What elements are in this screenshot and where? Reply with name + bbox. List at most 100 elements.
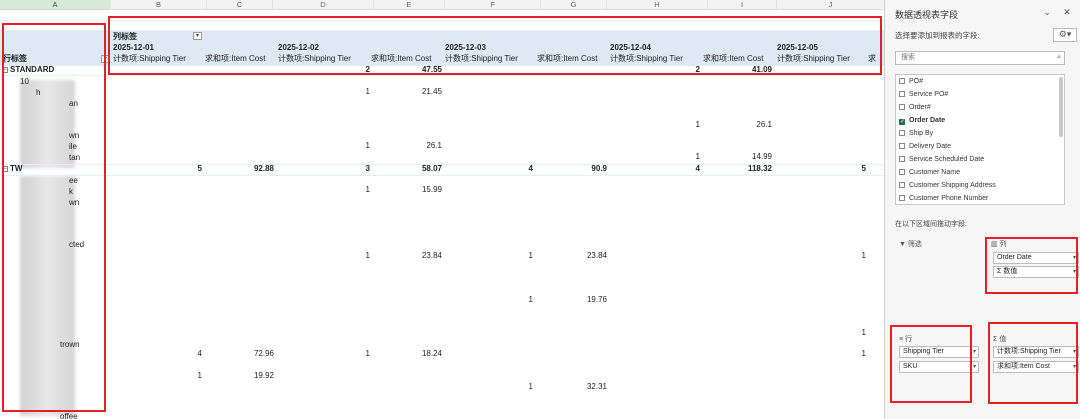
sku-fragment-4: wn — [69, 131, 80, 140]
filter-area-label: ▼ 筛选 — [899, 239, 922, 249]
cell-value[interactable]: 1 — [493, 295, 533, 305]
values-area-label: Σ 值 — [993, 334, 1006, 344]
column-labels-filter-button[interactable]: ▾ — [193, 32, 202, 40]
checkbox[interactable] — [899, 182, 905, 188]
chevron-down-icon[interactable]: ▾ — [973, 362, 976, 372]
field-list-scrollbar[interactable] — [1059, 77, 1063, 137]
field-item-order-date[interactable]: ✓ Order Date — [899, 115, 945, 127]
cell-value[interactable]: 14.99 — [730, 152, 772, 162]
columns-item-values[interactable]: Σ 数值 ▾ — [993, 266, 1079, 278]
field-item-order[interactable]: Order# — [899, 102, 931, 114]
cell-value[interactable]: 1 — [330, 185, 370, 195]
values-item-sum-item-cost[interactable]: 求和项:Item Cost ▾ — [993, 361, 1079, 373]
field-item-po[interactable]: PO# — [899, 76, 923, 88]
cell-value[interactable]: 19.92 — [232, 371, 274, 381]
measure-header-cost-2: 求和项:Item Cost — [371, 54, 432, 63]
cell-value[interactable]: 32.31 — [565, 382, 607, 392]
column-header-e[interactable]: E — [374, 0, 445, 9]
column-header-g[interactable]: G — [541, 0, 607, 9]
cell-value[interactable]: 1 — [330, 87, 370, 97]
cell-value[interactable]: 15.99 — [400, 185, 442, 195]
gear-icon[interactable]: ⚙▾ — [1053, 28, 1077, 42]
field-item-ship-by[interactable]: Ship By — [899, 128, 933, 140]
field-item-customer-phone-number[interactable]: Customer Phone Number — [899, 193, 988, 204]
cell-value[interactable]: 1 — [493, 251, 533, 261]
values-item-count-shipping-tier[interactable]: 计数项:Shipping Tier ▾ — [993, 346, 1079, 358]
column-labels-header: 列标签 — [113, 32, 137, 41]
close-icon[interactable]: ✕ — [1061, 7, 1073, 18]
cell-value[interactable]: 18.24 — [400, 349, 442, 359]
checkbox[interactable] — [899, 156, 905, 162]
cell-value[interactable]: 23.84 — [400, 251, 442, 261]
cell-value[interactable]: 23.84 — [565, 251, 607, 261]
cell-value[interactable]: 1 — [493, 382, 533, 392]
field-item-customer-shipping-address[interactable]: Customer Shipping Address — [899, 180, 996, 192]
field-item-delivery-date[interactable]: Delivery Date — [899, 141, 951, 153]
row-labels-header: 行标签 — [3, 54, 27, 63]
chevron-down-icon[interactable]: ▾ — [1073, 347, 1076, 357]
column-header-i[interactable]: I — [708, 0, 777, 9]
rows-item-shipping-tier[interactable]: Shipping Tier ▾ — [899, 346, 979, 358]
field-search-box[interactable]: ⌕ — [895, 51, 1065, 65]
sku-fragment-11: trown — [60, 340, 80, 349]
cell-value[interactable]: 1 — [826, 251, 866, 261]
cell-value[interactable]: 1 — [160, 371, 202, 381]
checkbox[interactable] — [899, 169, 905, 175]
checkbox[interactable] — [899, 78, 905, 84]
tw-d2-count: 3 — [365, 164, 370, 173]
cell-value[interactable]: 26.1 — [730, 120, 772, 130]
cell-value[interactable]: 1 — [660, 152, 700, 162]
chevron-down-icon[interactable]: ▾ — [1073, 253, 1076, 263]
sku-fragment-10: cted — [69, 240, 85, 249]
chevron-down-icon[interactable]: ⌄ — [1041, 7, 1053, 18]
row-labels-filter-button[interactable]: ▾ — [101, 55, 110, 63]
cell-value[interactable]: 1 — [660, 120, 700, 130]
cell-value[interactable]: 26.1 — [400, 141, 442, 151]
date-header-4: 2025-12-04 — [610, 43, 651, 52]
checkbox[interactable] — [899, 130, 905, 136]
checkbox[interactable] — [899, 195, 905, 201]
blurred-sku-block-1 — [20, 80, 75, 168]
rows-item-sku[interactable]: SKU ▾ — [899, 361, 979, 373]
chevron-down-icon[interactable]: ▾ — [973, 347, 976, 357]
spreadsheet-area[interactable]: A B C D E F G H I J 列标签 ▾ 行标签 ▾ 2025-12-… — [0, 0, 884, 419]
column-header-b[interactable]: B — [111, 0, 207, 9]
column-header-f[interactable]: F — [445, 0, 541, 9]
cell-value[interactable]: 1 — [826, 328, 866, 338]
standard-d2-cost: 47.55 — [421, 65, 442, 74]
cell-value[interactable]: 1 — [330, 251, 370, 261]
tw-d4-cost: 118.32 — [747, 164, 772, 173]
column-header-h[interactable]: H — [607, 0, 708, 9]
field-list[interactable]: PO# Service PO# Order# ✓ Order Date Ship … — [895, 74, 1065, 205]
blank-rows — [0, 10, 884, 31]
checkbox[interactable] — [899, 143, 905, 149]
column-header-d[interactable]: D — [273, 0, 374, 9]
cell-value[interactable]: 1 — [330, 349, 370, 359]
column-header-a[interactable]: A — [0, 0, 111, 9]
checkbox-checked[interactable]: ✓ — [899, 119, 905, 125]
tw-d2-cost: 58.07 — [421, 164, 442, 173]
cell-value[interactable]: 1 — [330, 141, 370, 151]
cell-value[interactable]: 21.45 — [400, 87, 442, 97]
cell-value[interactable]: 19.76 — [565, 295, 607, 305]
column-header-c[interactable]: C — [207, 0, 273, 9]
field-label: Customer Shipping Address — [909, 182, 996, 189]
field-search-input[interactable] — [899, 53, 1043, 62]
collapse-standard-button[interactable]: − — [2, 67, 8, 73]
standard-d2-count: 2 — [365, 65, 370, 74]
field-item-service-po[interactable]: Service PO# — [899, 89, 948, 101]
cell-value[interactable]: 72.96 — [232, 349, 274, 359]
checkbox[interactable] — [899, 104, 905, 110]
chevron-down-icon[interactable]: ▾ — [1073, 267, 1076, 277]
measure-header-ship-3: 计数项:Shipping Tier — [445, 54, 518, 63]
cell-value[interactable]: 4 — [160, 349, 202, 359]
columns-item-order-date[interactable]: Order Date ▾ — [993, 252, 1079, 264]
cell-value[interactable]: 1 — [826, 349, 866, 359]
collapse-tw-button[interactable]: − — [2, 166, 8, 172]
columns-area-label: ▥ 列 — [991, 239, 1007, 249]
column-header-j[interactable]: J — [777, 0, 884, 9]
checkbox[interactable] — [899, 91, 905, 97]
field-item-customer-name[interactable]: Customer Name — [899, 167, 960, 179]
field-item-service-scheduled-date[interactable]: Service Scheduled Date — [899, 154, 984, 166]
chevron-down-icon[interactable]: ▾ — [1073, 362, 1076, 372]
